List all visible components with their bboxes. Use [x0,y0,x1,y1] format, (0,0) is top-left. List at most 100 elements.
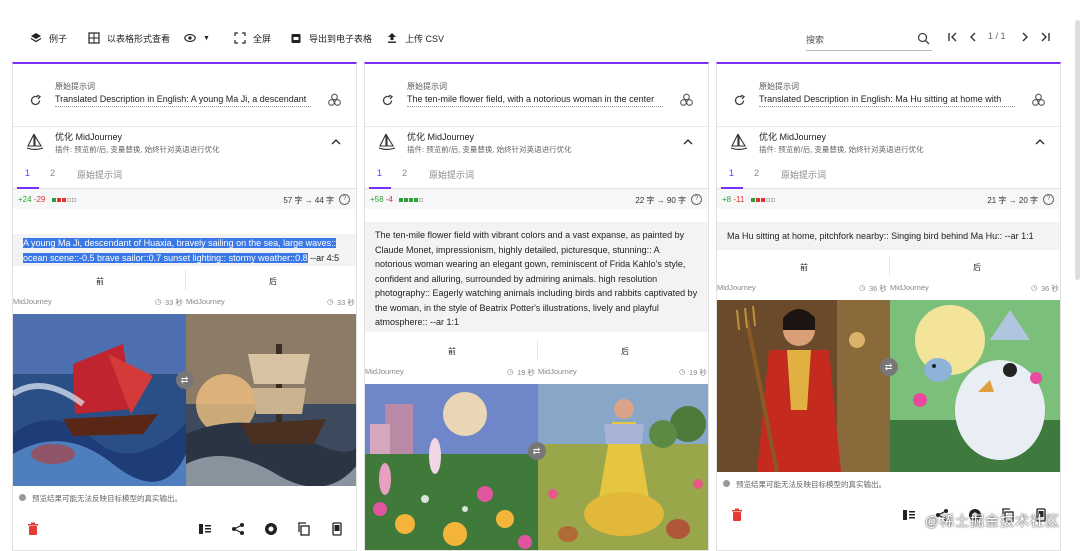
eye-icon [184,34,196,42]
examples-button[interactable]: 例子 [30,28,67,48]
delete-icon[interactable] [26,522,40,536]
tab-original-prompt[interactable]: 原始提示词 [429,168,474,181]
search-placeholder: 搜索 [806,34,825,45]
removed-count: -29 [33,195,46,204]
before-label: 前 [96,277,104,286]
char-count: 21 字 → 20 字 [987,196,1038,205]
chevron-up-icon[interactable] [682,136,694,148]
after-label: 后 [621,347,629,356]
midjourney-boat-icon [378,133,396,151]
clock-icon: ◷ [327,297,334,306]
openai-icon[interactable] [679,93,694,108]
original-prompt-input[interactable]: Translated Description in English: A you… [55,94,311,107]
tab-original-prompt[interactable]: 原始提示词 [781,168,826,181]
image-compare[interactable]: ⇄ [13,314,356,486]
search-field[interactable]: 搜索 [806,28,932,51]
tab-1[interactable]: 1 [25,168,30,178]
clock-icon: ◷ [859,283,866,292]
swap-icon[interactable]: ⇄ [527,442,546,460]
original-prompt-label: 原始提示词 [407,82,447,91]
optimize-desc: 插件: 预览前/后, 变量替换, 始终针对英语进行优化 [407,145,572,154]
upload-csv-button[interactable]: 上传 CSV [386,28,444,48]
copy-icon[interactable] [297,522,311,536]
mobile-icon[interactable] [330,522,344,536]
prompt-card-1: 原始提示词 Translated Description in English:… [12,62,357,551]
midjourney-boat-icon [26,133,44,151]
share-icon[interactable] [231,522,245,536]
tab-2[interactable]: 2 [754,168,759,178]
table-view-button[interactable]: 以表格形式查看 [88,28,170,48]
image-compare[interactable]: ⇄ [365,384,708,550]
layers-icon [30,33,42,43]
optimize-header[interactable]: 优化 MidJourney 插件: 预览前/后, 变量替换, 始终针对英语进行优… [365,126,708,162]
page-scrollbar[interactable] [1075,20,1080,280]
added-count: +8 [722,195,732,204]
result-meta: MidJourney ◷ 36 秒 MidJourney ◷ 36 秒 [717,282,1060,294]
visibility-menu-button[interactable]: ▼ [184,28,210,48]
tab-2[interactable]: 2 [50,168,55,178]
swap-icon[interactable]: ⇄ [175,371,194,389]
prev-page-icon[interactable] [966,30,980,44]
refresh-icon[interactable] [29,94,42,107]
openai-icon[interactable] [1031,93,1046,108]
preview-note-text: 预览结果可能无法反映目标模型的真实输出。 [32,494,182,503]
after-image-ship-sunset [186,314,356,486]
tab-2[interactable]: 2 [402,168,407,178]
upload-label: 上传 CSV [405,33,445,44]
before-after-header: 前 后 [365,340,708,360]
engine-after: MidJourney [538,367,577,376]
delete-icon[interactable] [730,508,744,522]
fullscreen-button[interactable]: 全屏 [234,28,271,48]
tab-1[interactable]: 1 [377,168,382,178]
removed-count: -4 [385,195,393,204]
first-page-icon[interactable] [946,30,960,44]
diff-stats: +8 -11 21 字 → 20 字 ? [717,189,1060,209]
image-compare[interactable]: ⇄ [717,300,1060,472]
time-before: 33 秒 [165,298,183,307]
openai-icon[interactable] [327,93,342,108]
help-icon[interactable]: ? [1043,194,1054,205]
compare-icon[interactable] [902,508,916,522]
compare-icon[interactable] [198,522,212,536]
diff-bars [399,195,424,204]
optimize-header[interactable]: 优化 MidJourney 插件: 预览前/后, 变量替换, 始终针对英语进行优… [717,126,1060,162]
table-icon [88,32,100,44]
refresh-icon[interactable] [733,94,746,107]
optimize-title: 优化 MidJourney [407,132,475,142]
midjourney-boat-icon [730,133,748,151]
clock-icon: ◷ [507,367,514,376]
engine-after: MidJourney [186,297,225,306]
engine-before: MidJourney [365,367,404,376]
tab-1[interactable]: 1 [729,168,734,178]
chevron-up-icon[interactable] [1034,136,1046,148]
optimized-output[interactable]: A young Ma Ji, descendant of Huaxia, bra… [13,234,356,266]
result-meta: MidJourney ◷ 19 秒 MidJourney ◷ 19 秒 [365,366,708,378]
search-icon[interactable] [917,32,930,45]
original-prompt-row: 原始提示词 Translated Description in English:… [717,64,1060,127]
original-prompt-input[interactable]: The ten-mile flower field, with a notori… [407,94,663,107]
time-after: 33 秒 [337,298,355,307]
chevron-up-icon[interactable] [330,136,342,148]
help-icon[interactable]: ? [339,194,350,205]
chatgpt-icon[interactable] [264,522,278,536]
toolbar: 例子 以表格形式查看 ▼ 全屏 导出到电子表格 上传 CSV 搜索 1 / 1 [0,0,1080,62]
refresh-icon[interactable] [381,94,394,107]
time-before: 19 秒 [517,368,535,377]
last-page-icon[interactable] [1038,30,1052,44]
optimize-header[interactable]: 优化 MidJourney 插件: 预览前/后, 变量替换, 始终针对英语进行优… [13,126,356,162]
fullscreen-label: 全屏 [253,33,272,44]
original-prompt-input[interactable]: Translated Description in English: Ma Hu… [759,94,1015,107]
clock-icon: ◷ [1031,283,1038,292]
next-page-icon[interactable] [1018,30,1032,44]
help-icon[interactable]: ? [691,194,702,205]
swap-icon[interactable]: ⇄ [879,358,898,376]
preview-note: 预览结果可能无法反映目标模型的真实输出。 [717,474,1060,494]
tab-original-prompt[interactable]: 原始提示词 [77,168,122,181]
optimized-output[interactable]: The ten-mile flower field with vibrant c… [365,222,708,332]
page-info: 1 / 1 [988,31,1006,41]
export-button[interactable]: 导出到电子表格 [290,28,372,48]
after-label: 后 [269,277,277,286]
original-prompt-row: 原始提示词 The ten-mile flower field, with a … [365,64,708,127]
optimized-output[interactable]: Ma Hu sitting at home, pitchfork nearby:… [717,222,1060,250]
optimize-title: 优化 MidJourney [759,132,827,142]
